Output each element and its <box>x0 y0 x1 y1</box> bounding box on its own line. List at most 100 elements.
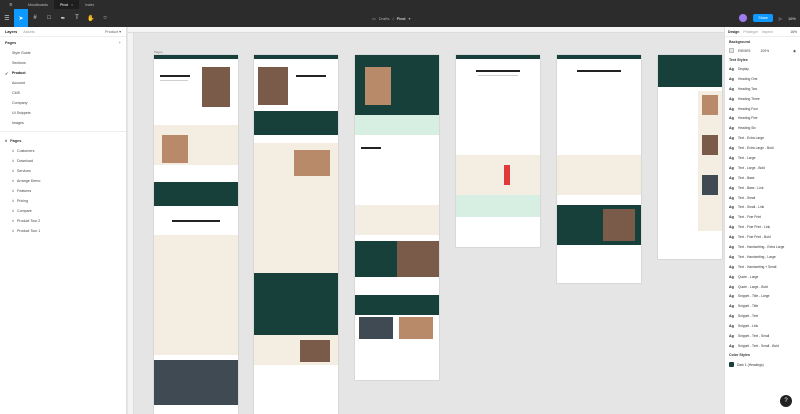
tab-inspect[interactable]: Inspect <box>762 30 773 34</box>
layer-item[interactable]: # Services <box>0 166 126 176</box>
comment-tool-icon[interactable]: ○ <box>98 9 112 27</box>
page-frame-2[interactable] <box>254 55 338 414</box>
text-style-item[interactable]: Ag Text - Base <box>725 173 800 183</box>
background-hex[interactable]: E5E5E5 <box>738 49 750 53</box>
shape-tool-icon[interactable]: □ <box>42 9 56 27</box>
move-tool-icon[interactable]: ➤ <box>14 9 28 27</box>
page-frame-6[interactable] <box>658 55 722 259</box>
text-tool-icon[interactable]: T <box>70 9 84 27</box>
page-frame-3[interactable] <box>355 55 439 380</box>
add-page-icon[interactable]: + <box>119 41 121 45</box>
page-item[interactable]: Style Guide <box>0 48 126 58</box>
layer-item[interactable]: # Download <box>0 156 126 166</box>
frame-icon: # <box>12 189 14 193</box>
tab-label: Index <box>85 2 95 7</box>
page-selector[interactable]: Product ▾ <box>105 29 121 34</box>
breadcrumb: ▭ Drafts / Pivot ▾ <box>372 9 411 27</box>
text-style-label: Text - Extra Large <box>738 136 765 141</box>
text-style-item[interactable]: Ag Text - Handwriting - Large <box>725 252 800 262</box>
tab-design[interactable]: Design <box>728 30 739 34</box>
page-frame-4[interactable] <box>456 55 540 247</box>
text-style-label: Text - Handwriting + Small <box>738 264 777 269</box>
tab-prototype[interactable]: Prototype <box>743 30 758 34</box>
tab-moodboards[interactable]: Moodboards <box>22 0 54 9</box>
text-style-item[interactable]: Ag Heading One <box>725 74 800 84</box>
text-style-item[interactable]: Ag Heading Three <box>725 94 800 104</box>
text-style-icon: Ag <box>729 274 734 279</box>
project-name[interactable]: Pivot <box>397 16 406 21</box>
text-style-item[interactable]: Ag Display <box>725 64 800 74</box>
text-style-item[interactable]: Ag Text - Fine Print - Link <box>725 222 800 232</box>
layer-item[interactable]: # Compare <box>0 206 126 216</box>
page-label: Style Guide <box>12 51 31 55</box>
hand-tool-icon[interactable]: ✋ <box>84 9 98 27</box>
text-style-item[interactable]: Ag Snippet - Title <box>725 301 800 311</box>
page-item[interactable]: CMS <box>0 88 126 98</box>
page-item[interactable]: Company <box>0 98 126 108</box>
main-menu-icon[interactable]: ☰ <box>0 9 14 27</box>
text-style-item[interactable]: Ag Text - Fine Print <box>725 212 800 222</box>
text-style-item[interactable]: Ag Heading Two <box>725 84 800 94</box>
pen-tool-icon[interactable]: ✒ <box>56 9 70 27</box>
text-style-item[interactable]: Ag Text - Handwriting + Small <box>725 262 800 272</box>
text-style-item[interactable]: Ag Snippet - Title - Large <box>725 291 800 301</box>
close-icon[interactable]: × <box>71 2 73 7</box>
tab-layers[interactable]: Layers <box>5 30 17 34</box>
play-icon[interactable]: ▷ <box>779 16 782 21</box>
breadcrumb-team[interactable]: Drafts <box>379 16 390 21</box>
text-style-item[interactable]: Ag Text - Handwriting - Extra Large <box>725 242 800 252</box>
eye-icon[interactable]: ◉ <box>793 49 796 53</box>
layer-item[interactable]: # Product Tour 1 <box>0 226 126 236</box>
zoom-level[interactable]: 16% <box>790 30 797 34</box>
text-style-item[interactable]: Ag Heading Six <box>725 123 800 133</box>
text-style-item[interactable]: Ag Text - Small <box>725 193 800 203</box>
page-item-current[interactable]: ✓ Product <box>0 68 126 78</box>
text-style-item[interactable]: Ag Text - Large <box>725 153 800 163</box>
text-style-item[interactable]: Ag Text - Extra Large <box>725 133 800 143</box>
figma-menu-icon[interactable]: ≡ <box>0 0 22 9</box>
text-style-item[interactable]: Ag Text - Large - Bold <box>725 163 800 173</box>
page-item[interactable]: Images <box>0 118 126 128</box>
frame-tool-icon[interactable]: # <box>28 9 42 27</box>
frame-label[interactable]: Pages <box>154 50 163 54</box>
layer-item[interactable]: # Arrange Demo <box>0 176 126 186</box>
avatar[interactable] <box>739 14 748 22</box>
page-item[interactable]: UI Snippets <box>0 108 126 118</box>
text-style-item[interactable]: Ag Quote - Large <box>725 272 800 282</box>
text-style-icon: Ag <box>729 254 734 259</box>
text-style-item[interactable]: Ag Text - Fine Print - Bold <box>725 232 800 242</box>
share-button[interactable]: Share <box>753 14 773 22</box>
layer-item[interactable]: # Features <box>0 186 126 196</box>
text-style-item[interactable]: Ag Snippet - Text <box>725 311 800 321</box>
page-item[interactable]: Account <box>0 78 126 88</box>
text-style-item[interactable]: Ag Quote - Large - Bold <box>725 282 800 292</box>
text-style-item[interactable]: Ag Heading Five <box>725 113 800 123</box>
layer-item[interactable]: # Customers <box>0 146 126 156</box>
text-style-item[interactable]: Ag Text - Small - Link <box>725 202 800 212</box>
text-style-item[interactable]: Ag Text - Extra Large - Bold <box>725 143 800 153</box>
layer-item[interactable]: # Product Tour 2 <box>0 216 126 226</box>
zoom-level[interactable]: 16% <box>788 16 796 21</box>
page-item[interactable]: Sections <box>0 58 126 68</box>
text-style-item[interactable]: Ag Text - Base - Link <box>725 183 800 193</box>
text-style-item[interactable]: Ag Heading Four <box>725 104 800 114</box>
frame-section <box>456 155 540 195</box>
layers-list: # Customers # Download # Services # Arrange … <box>0 146 126 236</box>
page-frame-1[interactable] <box>154 55 238 414</box>
page-frame-5[interactable] <box>557 55 641 283</box>
color-style-item[interactable]: Dark 1 (Headings) <box>725 360 800 370</box>
canvas[interactable]: Pages <box>128 27 724 414</box>
help-button[interactable]: ? <box>780 395 792 407</box>
tab-pivot[interactable]: Pivot × <box>53 0 80 9</box>
tab-index[interactable]: Index <box>79 0 100 9</box>
frame-nav <box>557 55 641 59</box>
chevron-down-icon[interactable]: ▾ <box>408 16 410 21</box>
background-opacity[interactable]: 100% <box>760 49 769 53</box>
tab-assets[interactable]: Assets <box>23 30 34 34</box>
text-style-item[interactable]: Ag Snippet - Link <box>725 321 800 331</box>
color-swatch[interactable] <box>729 48 734 53</box>
text-style-item[interactable]: Ag Snippet - Text - Small - Bold <box>725 341 800 351</box>
layer-item[interactable]: # Pricing <box>0 196 126 206</box>
frame-section-dark <box>154 182 238 206</box>
text-style-item[interactable]: Ag Snippet - Text - Small <box>725 331 800 341</box>
